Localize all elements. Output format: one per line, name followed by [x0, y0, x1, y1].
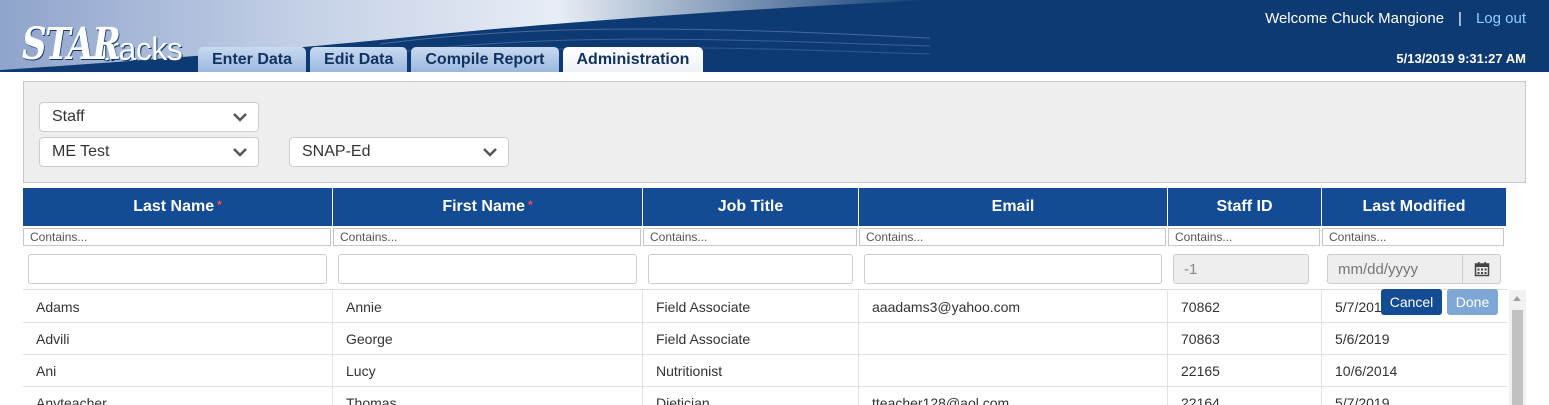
cell-first-name: Lucy: [333, 355, 643, 387]
filter-operator-first-name[interactable]: Contains...: [333, 228, 641, 246]
app-root: STAR tracks Enter Data Edit Data Compile…: [0, 0, 1549, 405]
new-staff-id-cell: [1168, 250, 1322, 290]
cell-email: aaadams3@yahoo.com: [859, 291, 1168, 323]
cell-first-name: Annie: [333, 291, 643, 323]
new-email-cell: [859, 250, 1168, 290]
tab-edit-data[interactable]: Edit Data: [310, 47, 408, 72]
new-first-name-cell: [333, 250, 643, 290]
main-tabs: Enter Data Edit Data Compile Report Admi…: [198, 47, 704, 72]
calendar-icon: [1462, 255, 1500, 283]
filter-operator-staff-id[interactable]: Contains...: [1168, 228, 1320, 246]
chevron-down-icon: [483, 148, 497, 157]
cell-staff-id: 70863: [1168, 323, 1322, 355]
cell-first-name: Thomas: [333, 387, 643, 405]
new-last-modified-input: [1328, 255, 1462, 283]
program-value: SNAP-Ed: [302, 143, 371, 160]
organization-select[interactable]: ME Test: [39, 137, 259, 167]
tab-compile-report[interactable]: Compile Report: [411, 47, 559, 72]
column-header-last-name[interactable]: Last Name *: [23, 188, 333, 226]
new-last-modified-cell: [1322, 250, 1506, 290]
new-last-name-cell: [23, 250, 333, 290]
column-header-email[interactable]: Email: [859, 188, 1168, 226]
table-row[interactable]: Advili George Field Associate 70863 5/6/…: [23, 323, 1508, 355]
table-row[interactable]: Ani Lucy Nutritionist 22165 10/6/2014: [23, 355, 1508, 387]
chevron-down-icon: [233, 148, 247, 157]
staff-grid: Last Name * First Name * Job Title Email S…: [23, 188, 1508, 405]
scrollbar-thumb[interactable]: [1512, 310, 1523, 405]
chevron-down-icon: [233, 113, 247, 122]
cell-last-name: Adams: [23, 291, 333, 323]
table-row[interactable]: Anyteacher Thomas Dietician tteacher128@…: [23, 387, 1508, 405]
cell-last-modified: 10/6/2014: [1335, 363, 1398, 379]
program-select[interactable]: SNAP-Ed: [289, 137, 509, 167]
column-label: Last Name: [133, 198, 215, 215]
table-row[interactable]: Adams Annie Field Associate aaadams3@yah…: [23, 291, 1508, 323]
cell-job-title: Nutritionist: [643, 355, 859, 387]
grid-scrollbar[interactable]: [1509, 290, 1526, 405]
new-last-name-input[interactable]: [28, 254, 327, 284]
column-label: Last Modified: [1362, 198, 1466, 215]
record-type-value: Staff: [52, 108, 85, 125]
column-label: Staff ID: [1216, 198, 1273, 215]
record-type-select[interactable]: Staff: [39, 102, 259, 132]
filter-operator-email[interactable]: Contains...: [859, 228, 1166, 246]
filter-operator-last-name[interactable]: Contains...: [23, 228, 331, 246]
current-datetime: 5/13/2019 9:31:27 AM: [1396, 51, 1526, 66]
new-last-modified-datepicker: [1327, 254, 1501, 284]
logo-star-text: STAR: [22, 19, 121, 70]
column-label: Email: [991, 198, 1035, 215]
column-header-staff-id[interactable]: Staff ID: [1168, 188, 1322, 226]
cell-email: [859, 323, 1168, 355]
cancel-button[interactable]: Cancel: [1381, 289, 1442, 315]
filter-panel: Staff ME Test SNAP-Ed: [23, 81, 1526, 183]
organization-value: ME Test: [52, 143, 110, 160]
cell-last-name: Anyteacher: [23, 387, 333, 405]
tab-administration[interactable]: Administration: [562, 47, 704, 72]
cell-last-name: Ani: [23, 355, 333, 387]
grid-body: Adams Annie Field Associate aaadams3@yah…: [23, 291, 1508, 405]
new-record-row: [23, 250, 1508, 290]
required-marker: *: [528, 198, 533, 212]
new-job-title-cell: [643, 250, 859, 290]
cell-staff-id: 70862: [1168, 291, 1322, 323]
cell-job-title: Field Associate: [643, 323, 859, 355]
new-job-title-input[interactable]: [648, 254, 853, 284]
new-email-input[interactable]: [864, 254, 1162, 284]
cell-last-modified: 5/7/2019: [1335, 395, 1390, 405]
cell-job-title: Field Associate: [643, 291, 859, 323]
done-button[interactable]: Done: [1447, 289, 1498, 315]
filter-operator-last-modified[interactable]: Contains...: [1322, 228, 1504, 246]
new-staff-id-input: [1173, 254, 1309, 284]
filter-operator-job-title[interactable]: Contains...: [643, 228, 857, 246]
app-header: STAR tracks Enter Data Edit Data Compile…: [0, 0, 1549, 72]
cell-last-modified: 5/6/2019: [1335, 331, 1390, 347]
tab-enter-data[interactable]: Enter Data: [198, 47, 307, 72]
column-label: First Name: [442, 198, 526, 215]
cell-job-title: Dietician: [643, 387, 859, 405]
column-header-job-title[interactable]: Job Title: [643, 188, 859, 226]
column-label: Job Title: [717, 198, 784, 215]
welcome-text: Welcome Chuck Mangione: [1265, 10, 1445, 27]
required-marker: *: [217, 198, 222, 212]
logout-link[interactable]: Log out: [1476, 10, 1526, 27]
welcome-separator: |: [1458, 10, 1462, 27]
cell-email: [859, 355, 1168, 387]
cell-staff-id: 22164: [1168, 387, 1322, 405]
cell-last-name: Advili: [23, 323, 333, 355]
cell-staff-id: 22165: [1168, 355, 1322, 387]
column-header-last-modified[interactable]: Last Modified: [1322, 188, 1506, 226]
startracks-logo[interactable]: STAR tracks: [22, 16, 183, 70]
welcome-area: Welcome Chuck Mangione | Log out: [1265, 10, 1526, 27]
new-first-name-input[interactable]: [338, 254, 637, 284]
scroll-up-arrow-icon[interactable]: [1513, 296, 1521, 301]
column-header-first-name[interactable]: First Name *: [333, 188, 643, 226]
grid-header-row: Last Name * First Name * Job Title Email S…: [23, 188, 1506, 226]
cell-first-name: George: [333, 323, 643, 355]
column-filter-row: Contains... Contains... Contains... Cont…: [23, 228, 1506, 246]
cell-email: tteacher128@aol.com: [859, 387, 1168, 405]
